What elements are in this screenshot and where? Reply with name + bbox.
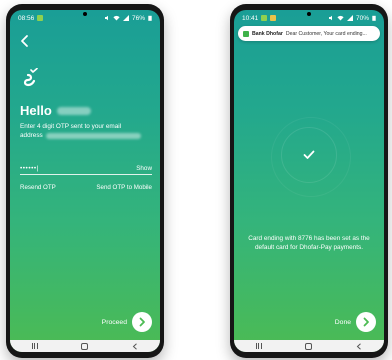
front-camera [307, 12, 311, 16]
chevron-left-icon[interactable] [18, 34, 32, 48]
send-otp-mobile-link[interactable]: Send OTP to Mobile [96, 184, 152, 191]
otp-input[interactable]: ••••••| Show [20, 163, 152, 175]
recent-apps-icon[interactable] [31, 343, 38, 349]
otp-instructions-line2: address [20, 131, 152, 140]
notification-sender: Bank Dhofar [252, 30, 283, 37]
redacted-username [56, 106, 91, 115]
signal-icon [346, 15, 353, 21]
home-icon[interactable] [305, 342, 313, 350]
proceed-button[interactable] [132, 312, 152, 332]
bank-logo-icon [23, 68, 38, 87]
proceed-action[interactable]: Proceed [102, 312, 152, 332]
home-icon[interactable] [81, 342, 89, 350]
chevron-right-icon [139, 317, 145, 327]
mute-icon [328, 15, 332, 21]
android-nav-bar [234, 340, 384, 352]
nav-back-icon[interactable] [356, 342, 362, 350]
done-button[interactable] [356, 312, 376, 332]
proceed-label: Proceed [101, 318, 127, 326]
greeting: Hello [20, 103, 91, 118]
greeting-text: Hello [20, 103, 52, 118]
battery-icon [372, 15, 376, 21]
app-notification-icon-2 [270, 15, 277, 21]
battery-percent: 70% [355, 14, 369, 22]
notification-text: Dear Customer, Your card ending... [285, 30, 367, 37]
status-time: 10:41 [242, 14, 259, 22]
nav-back-icon[interactable] [132, 342, 138, 350]
status-time: 08:56 [18, 14, 35, 22]
battery-icon [148, 15, 152, 21]
android-nav-bar [10, 340, 160, 352]
otp-links: Resend OTP Send OTP to Mobile [20, 184, 152, 191]
otp-instructions-address: address [20, 132, 43, 139]
otp-instructions-line1: Enter 4 digit OTP sent to your email [20, 123, 122, 130]
phone-success: 10:41 70% Bank Dhofar Dear Customer, You… [230, 4, 388, 358]
battery-percent: 76% [131, 14, 145, 22]
success-screen: 10:41 70% Bank Dhofar Dear Customer, You… [234, 10, 384, 352]
mute-icon [104, 15, 108, 21]
front-camera [83, 12, 87, 16]
otp-screen: 08:56 76% Hello Enter 4 digit OTP sent t… [10, 10, 160, 352]
done-label: Done [334, 318, 351, 326]
otp-instructions: Enter 4 digit OTP sent to your email add… [20, 122, 152, 140]
message-app-icon [243, 30, 249, 37]
otp-input-value: ••••••| [20, 165, 39, 172]
wifi-icon [337, 15, 344, 21]
success-indicator [271, 117, 351, 197]
chevron-right-icon [363, 317, 369, 327]
signal-icon [122, 15, 129, 21]
recent-apps-icon[interactable] [255, 343, 262, 349]
wifi-icon [113, 15, 120, 21]
phone-otp: 08:56 76% Hello Enter 4 digit OTP sent t… [6, 4, 164, 358]
sms-notification[interactable]: Bank Dhofar Dear Customer, Your card end… [238, 26, 380, 41]
app-notification-icon [37, 15, 44, 21]
checkmark-icon [303, 150, 315, 159]
redacted-email [45, 132, 141, 139]
app-notification-icon [261, 15, 268, 21]
resend-otp-link[interactable]: Resend OTP [20, 184, 56, 191]
show-otp-button[interactable]: Show [136, 165, 152, 172]
done-action[interactable]: Done [335, 312, 376, 332]
success-message: Card ending with 8776 has been set as th… [248, 235, 370, 251]
